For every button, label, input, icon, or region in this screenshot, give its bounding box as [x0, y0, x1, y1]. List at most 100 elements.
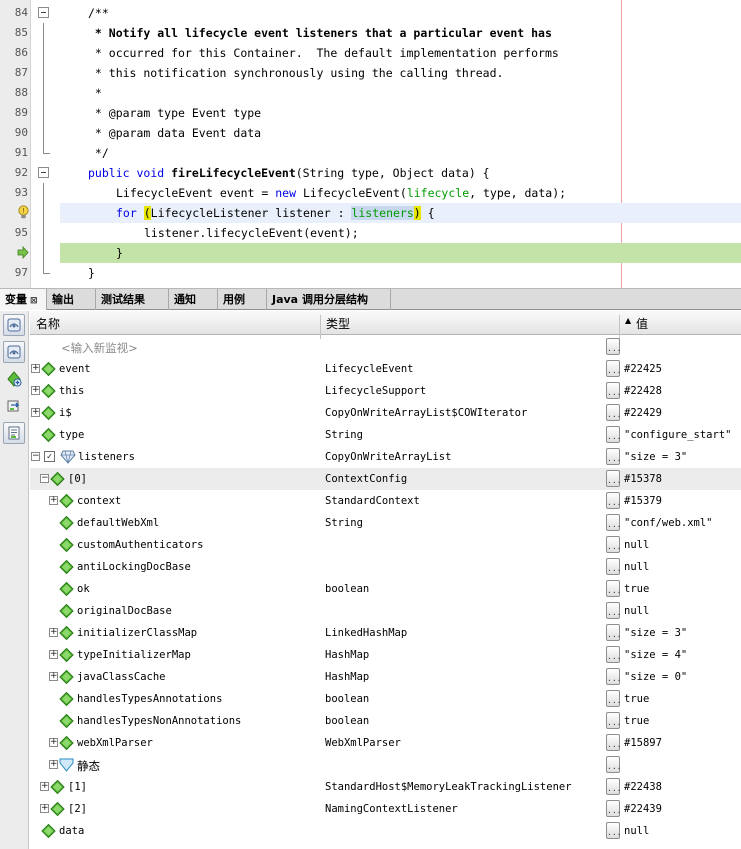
new-watch-placeholder[interactable]: <输入新监视> — [61, 340, 138, 356]
edit-value-button[interactable]: ... — [606, 756, 621, 773]
variable-row[interactable]: + i$ CopyOnWriteArrayList$COWIterator... #2… — [30, 402, 741, 424]
tab-test-results[interactable]: 测试结果 — [96, 289, 169, 310]
variable-type: LifecycleSupport — [325, 385, 427, 397]
edit-value-button[interactable]: ... — [606, 690, 621, 707]
variable-row[interactable]: + [2] NamingContextListener... #22439 — [30, 798, 741, 820]
variable-row[interactable]: data... null — [30, 820, 741, 842]
edit-value-button[interactable]: ... — [606, 492, 621, 509]
variable-value: null — [624, 539, 650, 551]
variable-row[interactable]: + initializerClassMap LinkedHashMap... "siz… — [30, 622, 741, 644]
variable-row[interactable]: − [0] ContextConfig... #15378 — [30, 468, 741, 490]
variable-row[interactable]: handlesTypesNonAnnotations boolean... true — [30, 710, 741, 732]
expand-icon[interactable]: + — [49, 672, 58, 681]
variable-icon — [50, 779, 65, 795]
variable-icon — [50, 801, 65, 817]
edit-value-button[interactable]: ... — [606, 426, 621, 443]
edit-value-button[interactable]: ... — [606, 514, 621, 531]
collapse-icon[interactable]: − — [31, 452, 40, 461]
step-icon[interactable] — [3, 395, 25, 417]
edit-value-button[interactable]: ... — [606, 580, 621, 597]
tab-usages[interactable]: 用例 — [218, 289, 267, 310]
variable-row[interactable]: ok boolean... true — [30, 578, 741, 600]
variable-row[interactable]: handlesTypesAnnotations boolean... true — [30, 688, 741, 710]
variable-row[interactable]: + javaClassCache HashMap... "size = 0" — [30, 666, 741, 688]
tab-variables[interactable]: 变量 ⊠ — [0, 289, 47, 310]
variable-row[interactable]: − ✓ listeners CopyOnWriteArrayList... "size … — [30, 446, 741, 468]
edit-value-button[interactable]: ... — [606, 382, 621, 399]
edit-value-button[interactable]: ... — [606, 778, 621, 795]
edit-value-button[interactable]: ... — [606, 624, 621, 641]
collapse-icon[interactable]: − — [40, 474, 49, 483]
variable-row[interactable]: + context StandardContext... #15379 — [30, 490, 741, 512]
expand-icon[interactable]: + — [40, 804, 49, 813]
edit-value-button[interactable]: ... — [606, 360, 621, 377]
code-line: 91 */ — [0, 143, 741, 163]
edit-value-button[interactable]: ... — [606, 404, 621, 421]
variable-row[interactable]: originalDocBase... null — [30, 600, 741, 622]
column-header-name[interactable]: 名称 — [36, 315, 60, 332]
watch-checkbox[interactable]: ✓ — [44, 451, 55, 462]
edit-value-button[interactable]: ... — [606, 470, 621, 487]
edit-value-button[interactable]: ... — [606, 338, 621, 355]
variable-row[interactable]: + webXmlParser WebXmlParser... #15897 — [30, 732, 741, 754]
tab-output[interactable]: 输出 — [47, 289, 96, 310]
code-text: */ — [88, 146, 109, 160]
variable-icon — [59, 625, 74, 641]
code-text: * Notify all lifecycle event listeners t… — [88, 26, 552, 40]
variable-row[interactable]: + this LifecycleSupport... #22428 — [30, 380, 741, 402]
column-header-value[interactable]: 值 — [636, 315, 648, 332]
variable-row[interactable]: type String... "configure_start" — [30, 424, 741, 446]
edit-value-button[interactable]: ... — [606, 646, 621, 663]
output-tab-bar: 变量 ⊠ 输出 测试结果 通知 用例 Java 调用分层结构 — [0, 288, 741, 310]
expand-icon[interactable]: + — [49, 628, 58, 637]
edit-value-button[interactable]: ... — [606, 602, 621, 619]
variable-value: #15897 — [624, 737, 662, 749]
new-watch-icon[interactable] — [3, 368, 25, 390]
tab-notifications[interactable]: 通知 — [169, 289, 218, 310]
close-tab-icon[interactable]: ⊠ — [30, 296, 38, 306]
notes-icon[interactable] — [3, 422, 25, 444]
variable-row[interactable]: customAuthenticators... null — [30, 534, 741, 556]
expand-icon[interactable]: + — [49, 650, 58, 659]
fold-toggle-icon[interactable] — [38, 167, 49, 178]
fold-toggle-icon[interactable] — [38, 7, 49, 18]
new-watch-row[interactable]: <输入新监视> ... — [30, 336, 741, 358]
expand-icon[interactable]: + — [31, 386, 40, 395]
expand-icon[interactable]: + — [40, 782, 49, 791]
edit-value-button[interactable]: ... — [606, 668, 621, 685]
edit-value-button[interactable]: ... — [606, 800, 621, 817]
variable-value: true — [624, 693, 650, 705]
variable-row[interactable]: defaultWebXml String... "conf/web.xml" — [30, 512, 741, 534]
edit-value-button[interactable]: ... — [606, 558, 621, 575]
column-header-type[interactable]: 类型 — [326, 315, 350, 332]
line-number: 85 — [14, 26, 28, 39]
expand-icon[interactable]: + — [49, 760, 58, 769]
variable-name: antiLockingDocBase — [77, 561, 191, 573]
current-line-highlight — [60, 243, 741, 263]
variable-row[interactable]: + 静态... — [30, 754, 741, 776]
variable-name: 静态 — [77, 759, 100, 773]
variable-row[interactable]: + event LifecycleEvent... #22425 — [30, 358, 741, 380]
watch-view-icon[interactable] — [3, 314, 25, 336]
expand-icon[interactable]: + — [31, 408, 40, 417]
edit-value-button[interactable]: ... — [606, 536, 621, 553]
edit-value-button[interactable]: ... — [606, 734, 621, 751]
variable-row[interactable]: + typeInitializerMap HashMap... "size = 4" — [30, 644, 741, 666]
variable-row[interactable]: + [1] StandardHost$MemoryLeakTrackingListe… — [30, 776, 741, 798]
warning-bulb-icon[interactable]: ! — [17, 205, 30, 223]
expand-icon[interactable]: + — [49, 496, 58, 505]
expand-icon[interactable]: + — [49, 738, 58, 747]
watch-view-alt-icon[interactable] — [3, 341, 25, 363]
edit-value-button[interactable]: ... — [606, 822, 621, 839]
program-counter-arrow-icon — [17, 245, 29, 262]
variable-row[interactable]: antiLockingDocBase... null — [30, 556, 741, 578]
line-number: 86 — [14, 46, 28, 59]
edit-value-button[interactable]: ... — [606, 712, 621, 729]
variable-icon — [59, 603, 74, 619]
code-editor[interactable]: 84 /** 85 * Notify all lifecycle event l… — [0, 0, 741, 288]
expand-icon[interactable]: + — [31, 364, 40, 373]
tab-java-call-hierarchy[interactable]: Java 调用分层结构 — [267, 289, 391, 310]
fold-guide — [43, 143, 50, 154]
variable-icon — [59, 735, 74, 751]
edit-value-button[interactable]: ... — [606, 448, 621, 465]
